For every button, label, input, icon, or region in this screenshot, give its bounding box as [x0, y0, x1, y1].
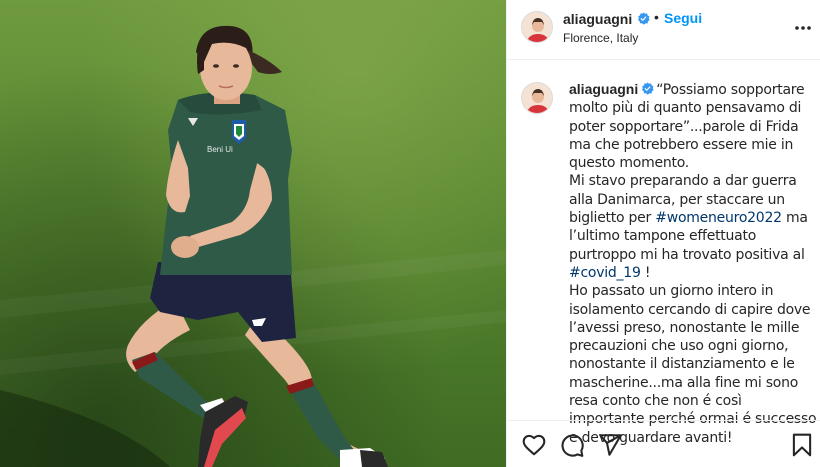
follow-button[interactable]: Segui [664, 10, 702, 26]
player-illustration: Beni Ui [0, 25, 506, 467]
bookmark-icon[interactable] [789, 432, 815, 458]
hashtag-link[interactable]: #womeneuro2022 [655, 210, 782, 226]
post-photo[interactable]: Beni Ui [0, 0, 506, 467]
caption-text: ! Ho passato un giorno intero in isolame… [569, 264, 817, 446]
post-caption: aliaguagni “Possiamo sopportare molto più… [569, 80, 817, 447]
comment-icon[interactable] [559, 432, 585, 458]
caption-text: “Possiamo sopportare molto più di quanto… [569, 82, 805, 227]
separator-dot: • [654, 9, 659, 25]
verified-badge-icon [637, 12, 650, 25]
avatar[interactable] [521, 11, 553, 43]
username-link[interactable]: aliaguagni [563, 11, 632, 27]
caption-avatar[interactable] [521, 82, 553, 114]
shirt-sponsor-text: Beni Ui [207, 145, 233, 154]
action-bar [507, 420, 820, 467]
verified-badge-icon [642, 82, 654, 95]
paper-plane-icon[interactable] [597, 432, 623, 458]
location-link[interactable]: Florence, Italy [563, 31, 638, 45]
more-options-icon[interactable] [793, 18, 813, 38]
post-header: aliaguagni • Segui Florence, Italy [507, 0, 820, 60]
heart-icon[interactable] [521, 432, 547, 458]
caption-username-link[interactable]: aliaguagni [569, 81, 638, 97]
post-side-panel: aliaguagni • Segui Florence, Italy aliag… [506, 0, 820, 467]
hashtag-link[interactable]: #covid_19 [569, 265, 641, 281]
